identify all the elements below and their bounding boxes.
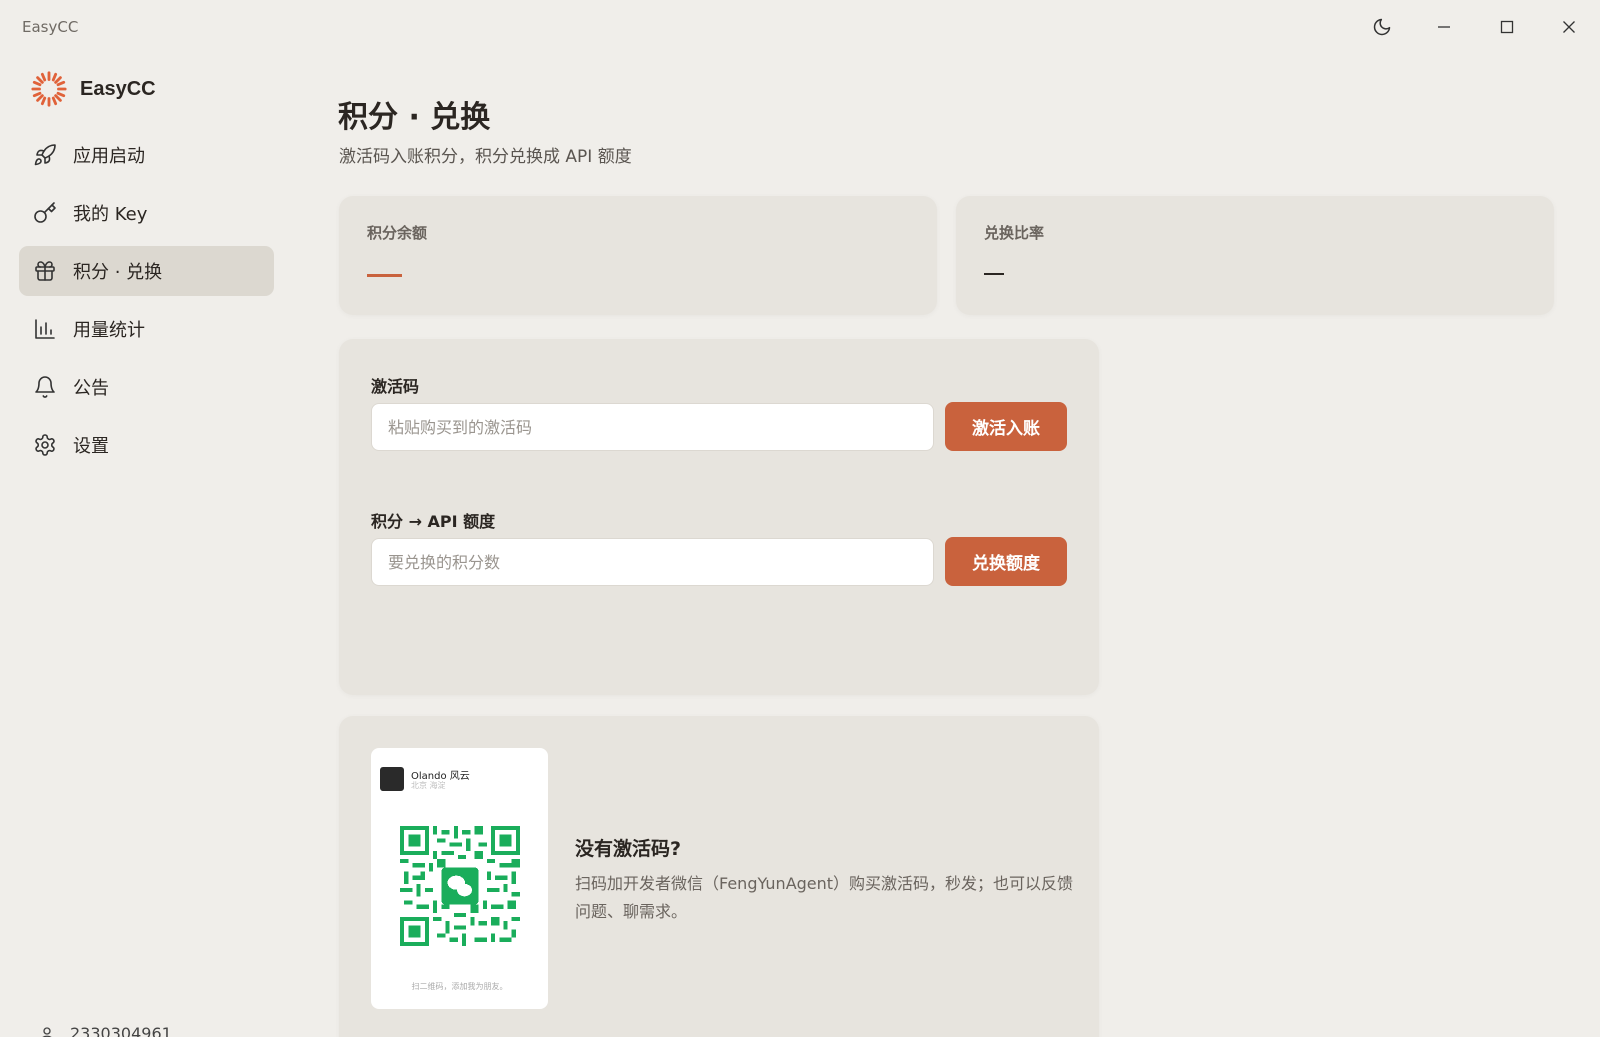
key-icon: [34, 202, 56, 223]
purchase-promo-card: Olando 风云 北京 海淀 扫二维码，添加我为朋友。 没有激活码? 扫码加开…: [339, 716, 1099, 1037]
window-title: EasyCC: [22, 18, 79, 36]
sidebar-item-my-key[interactable]: 我的 Key: [19, 188, 274, 238]
brand-name: EasyCC: [80, 77, 156, 100]
wechat-qr-card: Olando 风云 北京 海淀 扫二维码，添加我为朋友。: [371, 748, 548, 1009]
exchange-button[interactable]: 兑换额度: [945, 537, 1067, 586]
moon-icon: [1373, 18, 1391, 36]
user-account[interactable]: 2330304961: [38, 1024, 172, 1037]
user-icon: [41, 1026, 53, 1037]
sidebar-item-label: 公告: [73, 378, 109, 399]
points-balance-value: [367, 274, 402, 277]
wechat-qr-code-icon: [400, 826, 520, 946]
exchange-points-input[interactable]: [371, 538, 934, 586]
sidebar-item-settings[interactable]: 设置: [19, 420, 274, 470]
redeem-form-card: 激活码 激活入账 积分 → API 额度 兑换额度: [339, 339, 1099, 695]
sidebar-item-label: 我的 Key: [73, 204, 148, 225]
avatar: [380, 767, 404, 791]
minimize-icon: [1438, 26, 1450, 28]
stat-label: 积分余额: [367, 224, 428, 242]
gift-icon: [35, 261, 55, 281]
activation-code-label: 激活码: [371, 377, 420, 396]
sidebar-item-points-exchange[interactable]: 积分 · 兑换: [19, 246, 274, 296]
sidebar-item-usage-stats[interactable]: 用量统计: [19, 304, 274, 354]
sidebar-item-label: 用量统计: [73, 320, 145, 341]
promo-description: 扫码加开发者微信（FengYunAgent）购买激活码，秒发；也可以反馈问题、聊…: [575, 874, 1074, 921]
bar-chart-icon: [35, 319, 55, 339]
sidebar-item-label: 应用启动: [73, 146, 145, 167]
close-button[interactable]: [1552, 12, 1586, 42]
sidebar-item-label: 积分 · 兑换: [73, 262, 163, 283]
theme-toggle-button[interactable]: [1365, 12, 1399, 42]
sun-burst-logo-icon: [31, 71, 67, 107]
close-icon: [1563, 21, 1575, 33]
minimize-button[interactable]: [1427, 12, 1461, 42]
activate-button[interactable]: 激活入账: [945, 402, 1067, 451]
points-balance-card: 积分余额: [339, 196, 937, 315]
activation-code-input[interactable]: [371, 403, 934, 451]
page-subtitle: 激活码入账积分，积分兑换成 API 额度: [339, 147, 632, 167]
qr-contact-location: 北京 海淀: [411, 781, 446, 790]
title-bar: EasyCC: [0, 0, 1600, 54]
brand: EasyCC: [30, 70, 156, 108]
sidebar-nav: 应用启动 我的 Key 积分 · 兑换 用量统计 公告 设置: [19, 130, 274, 478]
exchange-rate-card: 兑换比率: [956, 196, 1554, 315]
qr-caption: 扫二维码，添加我为朋友。: [411, 982, 508, 991]
maximize-button[interactable]: [1490, 12, 1524, 42]
rocket-icon: [34, 144, 56, 166]
sidebar-item-launch[interactable]: 应用启动: [19, 130, 274, 180]
page-title: 积分 · 兑换: [338, 100, 491, 135]
promo-title: 没有激活码?: [575, 838, 682, 860]
stat-label: 兑换比率: [984, 224, 1045, 242]
exchange-points-label: 积分 → API 额度: [371, 512, 496, 531]
sidebar-item-announcements[interactable]: 公告: [19, 362, 274, 412]
maximize-icon: [1500, 20, 1514, 34]
sidebar-item-label: 设置: [73, 436, 109, 457]
gear-icon: [35, 434, 55, 456]
exchange-rate-value: [984, 273, 1004, 275]
bell-icon: [35, 376, 55, 398]
user-id: 2330304961: [70, 1024, 172, 1037]
